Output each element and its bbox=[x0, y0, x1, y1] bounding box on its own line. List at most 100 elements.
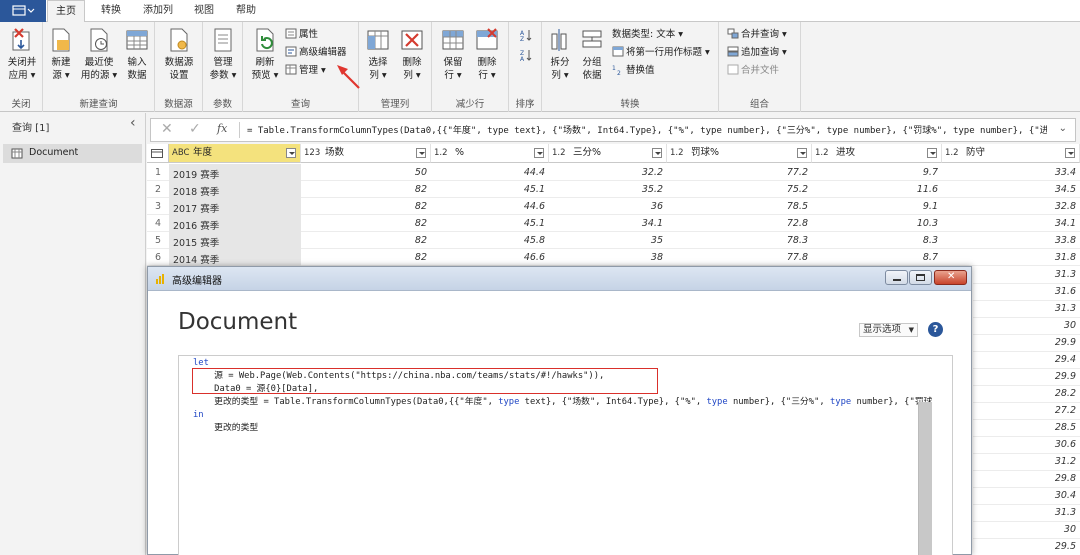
table-cell[interactable]: 2015 赛季 bbox=[173, 235, 219, 249]
table-cell[interactable]: 35 bbox=[549, 235, 663, 246]
recent-sources-button[interactable]: 最近使 用的源 ▾ bbox=[79, 26, 119, 82]
merge-queries-button[interactable]: 合并查询 ▾ bbox=[727, 28, 787, 41]
table-cell[interactable]: 30 bbox=[973, 320, 1076, 331]
tab-help[interactable]: 帮助 bbox=[228, 0, 264, 22]
data-type-dropdown[interactable]: 数据类型: 文本 ▾ bbox=[612, 28, 683, 41]
table-cell[interactable]: 34.1 bbox=[549, 218, 663, 229]
use-first-row-headers-button[interactable]: 将第一行用作标题 ▾ bbox=[612, 46, 710, 59]
table-cell[interactable]: 78.5 bbox=[667, 201, 808, 212]
column-type-icon[interactable]: 1.2 bbox=[670, 144, 684, 162]
table-cell[interactable]: 36 bbox=[549, 201, 663, 212]
table-cell[interactable]: 32.8 bbox=[942, 201, 1076, 212]
column-filter-dropdown-icon[interactable] bbox=[927, 148, 937, 158]
tab-home[interactable]: 主页 bbox=[47, 0, 85, 23]
table-cell[interactable]: 2017 赛季 bbox=[173, 201, 219, 215]
close-apply-button[interactable]: 关闭并 应用 ▾ bbox=[4, 26, 40, 82]
column-filter-dropdown-icon[interactable] bbox=[652, 148, 662, 158]
append-queries-button[interactable]: 追加查询 ▾ bbox=[727, 46, 787, 59]
table-cell[interactable]: 45.1 bbox=[431, 218, 545, 229]
table-cell[interactable]: 31.3 bbox=[973, 507, 1076, 518]
table-cell[interactable]: 29.5 bbox=[973, 541, 1076, 552]
table-cell[interactable]: 29.8 bbox=[973, 473, 1076, 484]
split-column-button[interactable]: 拆分 列 ▾ bbox=[546, 26, 574, 82]
cancel-icon[interactable]: ✕ bbox=[161, 121, 173, 137]
fx-icon[interactable]: fx bbox=[217, 122, 227, 135]
table-cell[interactable]: 44.4 bbox=[431, 167, 545, 178]
table-cell[interactable]: 75.2 bbox=[667, 184, 808, 195]
column-header[interactable]: 1.2 罚球% bbox=[667, 144, 812, 163]
table-cell[interactable]: 34.5 bbox=[942, 184, 1076, 195]
close-button[interactable]: ✕ bbox=[934, 270, 967, 285]
column-type-icon[interactable]: 1.2 bbox=[434, 144, 448, 162]
table-cell[interactable]: 32.2 bbox=[549, 167, 663, 178]
column-filter-dropdown-icon[interactable] bbox=[286, 148, 296, 158]
table-cell[interactable]: 44.6 bbox=[431, 201, 545, 212]
tab-transform[interactable]: 转换 bbox=[92, 0, 130, 22]
column-type-icon[interactable]: ABC bbox=[172, 144, 189, 162]
minimize-button[interactable] bbox=[885, 270, 908, 285]
maximize-button[interactable] bbox=[909, 270, 932, 285]
code-editor[interactable]: let 源 = Web.Page(Web.Contents("https://c… bbox=[178, 355, 953, 555]
display-options-dropdown[interactable]: 显示选项 ▼ bbox=[859, 323, 919, 337]
expand-formula-icon[interactable]: ⌄ bbox=[1059, 123, 1067, 134]
table-cell[interactable]: 34.1 bbox=[942, 218, 1076, 229]
table-cell[interactable]: 30.4 bbox=[973, 490, 1076, 501]
column-filter-dropdown-icon[interactable] bbox=[416, 148, 426, 158]
table-cell[interactable]: 31.3 bbox=[973, 303, 1076, 314]
column-header[interactable]: 1.2 三分% bbox=[549, 144, 667, 163]
table-cell[interactable]: 28.2 bbox=[973, 388, 1076, 399]
table-cell[interactable]: 50 bbox=[301, 167, 427, 178]
table-cell[interactable]: 35.2 bbox=[549, 184, 663, 195]
table-cell[interactable]: 38 bbox=[549, 252, 663, 263]
combine-files-button[interactable]: 合并文件 bbox=[727, 64, 779, 77]
table-cell[interactable]: 30 bbox=[973, 524, 1076, 535]
column-filter-dropdown-icon[interactable] bbox=[534, 148, 544, 158]
column-type-icon[interactable]: 1.2 bbox=[815, 144, 829, 162]
table-cell[interactable]: 2019 赛季 bbox=[173, 167, 219, 181]
vertical-scrollbar[interactable] bbox=[918, 402, 932, 555]
replace-values-button[interactable]: 1 2 替换值 bbox=[612, 64, 655, 77]
table-cell[interactable]: 30.6 bbox=[973, 439, 1076, 450]
column-filter-dropdown-icon[interactable] bbox=[797, 148, 807, 158]
formula-input[interactable]: = Table.TransformColumnTypes(Data0,{{"年度… bbox=[247, 123, 1047, 136]
table-cell[interactable]: 78.3 bbox=[667, 235, 808, 246]
table-cell[interactable]: 29.9 bbox=[973, 371, 1076, 382]
keep-rows-button[interactable]: 保留 行 ▾ bbox=[438, 26, 468, 82]
table-cell[interactable]: 31.3 bbox=[973, 269, 1076, 280]
table-cell[interactable]: 8.3 bbox=[812, 235, 938, 246]
sort-ascending-button[interactable]: AZ bbox=[519, 28, 535, 44]
table-cell[interactable]: 82 bbox=[301, 184, 427, 195]
table-cell[interactable]: 82 bbox=[301, 235, 427, 246]
data-source-settings-button[interactable]: 数据源 设置 bbox=[161, 26, 197, 82]
column-header[interactable]: ABC 年度 bbox=[169, 144, 301, 163]
new-source-button[interactable]: 新建 源 ▾ bbox=[47, 26, 75, 82]
column-filter-dropdown-icon[interactable] bbox=[1065, 148, 1075, 158]
column-header[interactable]: 1.2 防守 bbox=[942, 144, 1080, 163]
properties-button[interactable]: 属性 bbox=[285, 28, 318, 41]
help-icon[interactable]: ? bbox=[928, 322, 943, 337]
column-header[interactable]: 1.2% bbox=[431, 144, 549, 163]
table-cell[interactable]: 31.8 bbox=[942, 252, 1076, 263]
tab-view[interactable]: 视图 bbox=[186, 0, 222, 22]
table-cell[interactable]: 29.4 bbox=[973, 354, 1076, 365]
table-cell[interactable]: 82 bbox=[301, 201, 427, 212]
commit-icon[interactable]: ✓ bbox=[189, 121, 201, 137]
table-cell[interactable]: 29.9 bbox=[973, 337, 1076, 348]
table-cell[interactable]: 11.6 bbox=[812, 184, 938, 195]
remove-rows-button[interactable]: 删除 行 ▾ bbox=[472, 26, 502, 82]
column-header[interactable]: 1.2 进攻 bbox=[812, 144, 942, 163]
table-cell[interactable]: 77.8 bbox=[667, 252, 808, 263]
column-type-icon[interactable]: 1.2 bbox=[945, 144, 959, 162]
table-cell[interactable]: 31.2 bbox=[973, 456, 1076, 467]
table-cell[interactable]: 28.5 bbox=[973, 422, 1076, 433]
table-cell[interactable]: 2016 赛季 bbox=[173, 218, 219, 232]
refresh-preview-button[interactable]: 刷新 预览 ▾ bbox=[247, 26, 283, 82]
collapse-pane-button[interactable]: ‹ bbox=[130, 115, 136, 131]
table-cell[interactable]: 9.7 bbox=[812, 167, 938, 178]
column-type-icon[interactable]: 123 bbox=[304, 144, 320, 162]
manage-parameters-button[interactable]: 管理 参数 ▾ bbox=[207, 26, 239, 82]
table-cell[interactable]: 46.6 bbox=[431, 252, 545, 263]
table-cell[interactable]: 9.1 bbox=[812, 201, 938, 212]
table-cell[interactable]: 2014 赛季 bbox=[173, 252, 219, 266]
grid-corner-menu[interactable] bbox=[147, 144, 169, 163]
